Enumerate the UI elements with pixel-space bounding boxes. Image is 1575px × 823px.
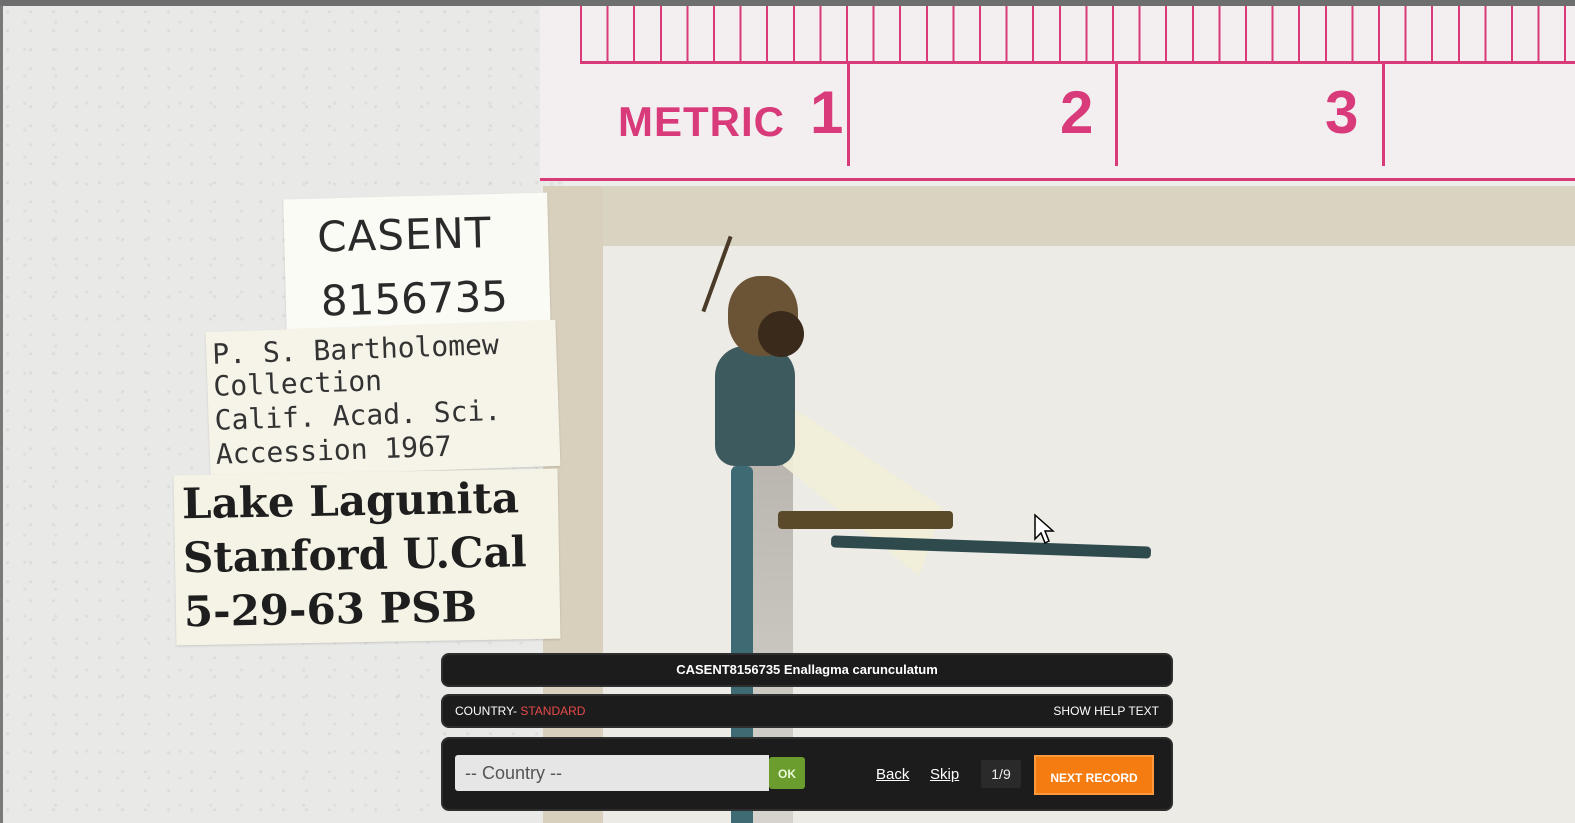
ruler-number-1: 1 xyxy=(810,79,844,146)
locality-label-line3: 5-29-63 PSB xyxy=(183,582,478,637)
field-label: COUNTRY- xyxy=(455,704,521,718)
screen: METRIC 1 2 3 CASENT 8156735 P. S. Bartho… xyxy=(0,0,1575,823)
next-record-button[interactable]: NEXT RECORD xyxy=(1034,755,1154,795)
ok-button[interactable]: OK xyxy=(769,757,805,789)
ruler-metric-word: METRIC xyxy=(618,98,785,145)
record-title-bar: CASENT8156735 Enallagma carunculatum xyxy=(441,653,1173,687)
specimen-thorax xyxy=(715,346,795,466)
back-link[interactable]: Back xyxy=(876,766,909,783)
ruler-ticks xyxy=(580,6,1575,64)
specimen-eye xyxy=(758,311,804,357)
ruler-divider-2 xyxy=(1115,61,1118,166)
ruler-divider-3 xyxy=(1382,61,1385,166)
casent-label-line2: 8156735 xyxy=(320,271,509,326)
locality-label: Lake Lagunita Stanford U.Cal 5-29-63 PSB xyxy=(173,468,561,646)
locality-label-line2: Stanford U.Cal xyxy=(182,527,528,583)
page-counter: 1/9 xyxy=(981,760,1021,788)
collection-label-line2: Collection xyxy=(212,364,383,403)
controls-bar: OK Back Skip 1/9 NEXT RECORD xyxy=(441,737,1173,811)
casent-label: CASENT 8156735 xyxy=(283,192,551,340)
specimen-leg-upper xyxy=(778,511,953,529)
collection-label-line4: Accession 1967 xyxy=(215,429,453,471)
tray-top-edge xyxy=(543,186,1575,246)
casent-label-line1: CASENT xyxy=(316,208,493,262)
ruler-divider-1 xyxy=(847,61,850,166)
ruler-number-3: 3 xyxy=(1325,79,1359,146)
record-title: CASENT8156735 Enallagma carunculatum xyxy=(676,662,938,677)
field-standard: STANDARD xyxy=(520,704,586,718)
field-name: COUNTRY- STANDARD xyxy=(455,696,585,726)
collection-label: P. S. Bartholomew Collection Calif. Acad… xyxy=(205,319,561,479)
mouse-cursor-icon xyxy=(1034,513,1055,545)
field-bar: COUNTRY- STANDARD SHOW HELP TEXT xyxy=(441,694,1173,728)
metric-ruler: METRIC 1 2 3 xyxy=(540,6,1575,181)
locality-label-line1: Lake Lagunita xyxy=(181,473,520,529)
skip-link[interactable]: Skip xyxy=(930,766,959,783)
country-input[interactable] xyxy=(455,755,769,791)
ruler-number-2: 2 xyxy=(1060,79,1094,146)
show-help-text-link[interactable]: SHOW HELP TEXT xyxy=(1053,696,1159,726)
